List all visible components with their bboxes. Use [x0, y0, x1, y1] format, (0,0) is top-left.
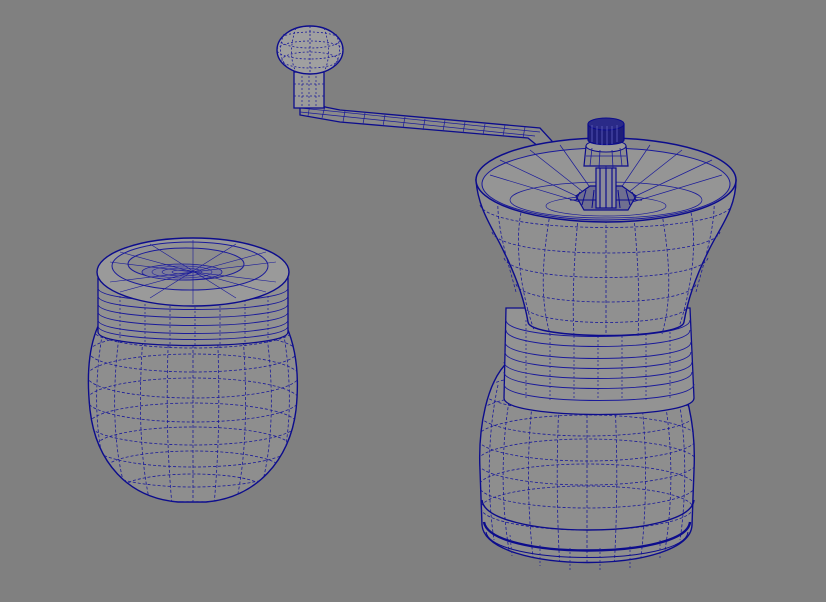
- crank-handle[interactable]: [276, 25, 563, 161]
- wireframe-scene: [87, 25, 737, 570]
- 3d-viewport[interactable]: [0, 0, 826, 602]
- grinder-body[interactable]: [475, 117, 737, 570]
- grinder-jar[interactable]: [87, 237, 299, 505]
